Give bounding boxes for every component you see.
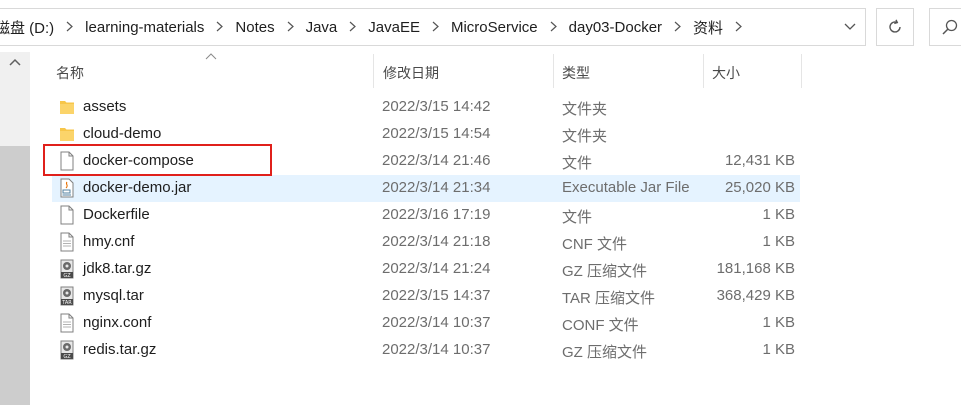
column-header-name[interactable]: 名称 (56, 63, 84, 83)
file-size: 1 KB (762, 233, 795, 250)
file-size: 181,168 KB (716, 260, 795, 277)
file-type: GZ 压缩文件 (562, 344, 647, 361)
sort-ascending-icon (205, 53, 217, 60)
folder-icon (59, 124, 75, 144)
file-row[interactable]: docker-demo.jar 2022/3/14 21:34 Executable… (52, 175, 800, 202)
file-row[interactable]: GZ jdk8.tar.gz 2022/3/14 21:24 GZ 压缩文件 181,1… (52, 256, 800, 283)
file-modified-date: 2022/3/15 14:42 (382, 98, 491, 115)
file-size: 1 KB (762, 206, 795, 223)
file-modified-date: 2022/3/14 21:34 (382, 179, 491, 196)
column-divider[interactable] (801, 54, 802, 88)
file-modified-date: 2022/3/14 21:24 (382, 260, 491, 277)
file-row[interactable]: GZ redis.tar.gz 2022/3/14 10:37 GZ 压缩文件 1 KB (52, 337, 800, 364)
text-file-icon (59, 232, 75, 252)
file-name: redis.tar.gz (83, 341, 157, 358)
svg-text:GZ: GZ (63, 354, 71, 360)
search-icon (942, 19, 958, 35)
breadcrumb-item[interactable]: MicroService (451, 19, 538, 36)
breadcrumb-item[interactable]: 资料 (693, 17, 723, 38)
column-divider[interactable] (373, 54, 374, 88)
file-modified-date: 2022/3/14 10:37 (382, 314, 491, 331)
breadcrumb-item[interactable]: learning-materials (85, 19, 204, 36)
file-type: Executable Jar File (562, 179, 690, 196)
breadcrumb-separator-icon[interactable] (420, 20, 451, 35)
file-size: 368,429 KB (716, 287, 795, 304)
breadcrumb-separator-icon[interactable] (538, 20, 569, 35)
text-file-icon (59, 313, 75, 333)
file-size: 12,431 KB (724, 152, 795, 169)
folder-icon (59, 97, 75, 117)
file-row[interactable]: nginx.conf 2022/3/14 10:37 CONF 文件 1 KB (52, 310, 800, 337)
refresh-button[interactable] (876, 8, 914, 46)
file-modified-date: 2022/3/15 14:37 (382, 287, 491, 304)
file-modified-date: 2022/3/15 14:54 (382, 125, 491, 142)
file-type: 文件 (562, 209, 593, 226)
file-size: 1 KB (762, 341, 795, 358)
breadcrumb-separator-icon[interactable] (204, 20, 235, 35)
column-divider[interactable] (703, 54, 704, 88)
file-row[interactable]: TAR mysql.tar 2022/3/15 14:37 TAR 压缩文件 368,4… (52, 283, 800, 310)
column-header-date[interactable]: 修改日期 (383, 63, 439, 83)
file-modified-date: 2022/3/14 10:37 (382, 341, 491, 358)
gz-archive-icon: GZ (59, 340, 75, 360)
file-name: assets (83, 98, 127, 115)
file-modified-date: 2022/3/14 21:46 (382, 152, 491, 169)
file-row[interactable]: hmy.cnf 2022/3/14 21:18 CNF 文件 1 KB (52, 229, 800, 256)
svg-text:TAR: TAR (61, 300, 72, 306)
gz-archive-icon: GZ (59, 259, 75, 279)
file-name: jdk8.tar.gz (83, 260, 152, 277)
file-row[interactable]: assets 2022/3/15 14:42 文件夹 (52, 94, 800, 121)
file-size: 1 KB (762, 314, 795, 331)
file-name: cloud-demo (83, 125, 162, 142)
breadcrumb-separator-icon[interactable] (54, 20, 85, 35)
breadcrumb-separator-icon[interactable] (723, 20, 754, 35)
column-header-size[interactable]: 大小 (712, 63, 740, 83)
file-name: nginx.conf (83, 314, 152, 331)
column-header-row: 名称 修改日期 类型 大小 (0, 52, 961, 90)
file-name: Dockerfile (83, 206, 150, 223)
breadcrumb: 磁盘 (D:) learning-materials Notes Java JavaEE… (0, 17, 754, 38)
file-row[interactable]: Dockerfile 2022/3/16 17:19 文件 1 KB (52, 202, 800, 229)
address-dropdown-button[interactable] (835, 9, 865, 45)
vertical-scrollbar[interactable] (0, 52, 30, 405)
file-type: 文件夹 (562, 101, 608, 118)
breadcrumb-separator-icon[interactable] (662, 20, 693, 35)
tar-archive-icon: TAR (59, 286, 75, 306)
file-type: CONF 文件 (562, 317, 639, 334)
file-name: hmy.cnf (83, 233, 135, 250)
file-name: mysql.tar (83, 287, 144, 304)
breadcrumb-item[interactable]: Java (306, 19, 338, 36)
file-modified-date: 2022/3/14 21:18 (382, 233, 491, 250)
breadcrumb-item[interactable]: day03-Docker (569, 19, 662, 36)
file-type: GZ 压缩文件 (562, 263, 647, 280)
file-icon (59, 205, 75, 225)
scrollbar-thumb[interactable] (0, 146, 30, 405)
java-jar-icon (59, 178, 75, 198)
breadcrumb-separator-icon[interactable] (275, 20, 306, 35)
file-modified-date: 2022/3/16 17:19 (382, 206, 491, 223)
breadcrumb-item[interactable]: 磁盘 (D:) (0, 17, 54, 38)
file-type: CNF 文件 (562, 236, 627, 253)
column-divider[interactable] (553, 54, 554, 88)
highlight-annotation-box (43, 144, 272, 176)
breadcrumb-separator-icon[interactable] (337, 20, 368, 35)
file-type: TAR 压缩文件 (562, 290, 656, 307)
file-type: 文件夹 (562, 128, 608, 145)
file-type: 文件 (562, 155, 593, 172)
breadcrumb-item[interactable]: Notes (235, 19, 274, 36)
chevron-down-icon (844, 23, 856, 30)
address-bar[interactable]: 磁盘 (D:) learning-materials Notes Java JavaEE… (0, 8, 866, 46)
refresh-icon (889, 19, 901, 33)
file-size: 25,020 KB (724, 179, 795, 196)
breadcrumb-item[interactable]: JavaEE (368, 19, 420, 36)
search-box[interactable] (929, 8, 961, 46)
svg-text:GZ: GZ (63, 273, 71, 279)
file-name: docker-demo.jar (83, 179, 192, 196)
column-header-type[interactable]: 类型 (562, 63, 590, 83)
